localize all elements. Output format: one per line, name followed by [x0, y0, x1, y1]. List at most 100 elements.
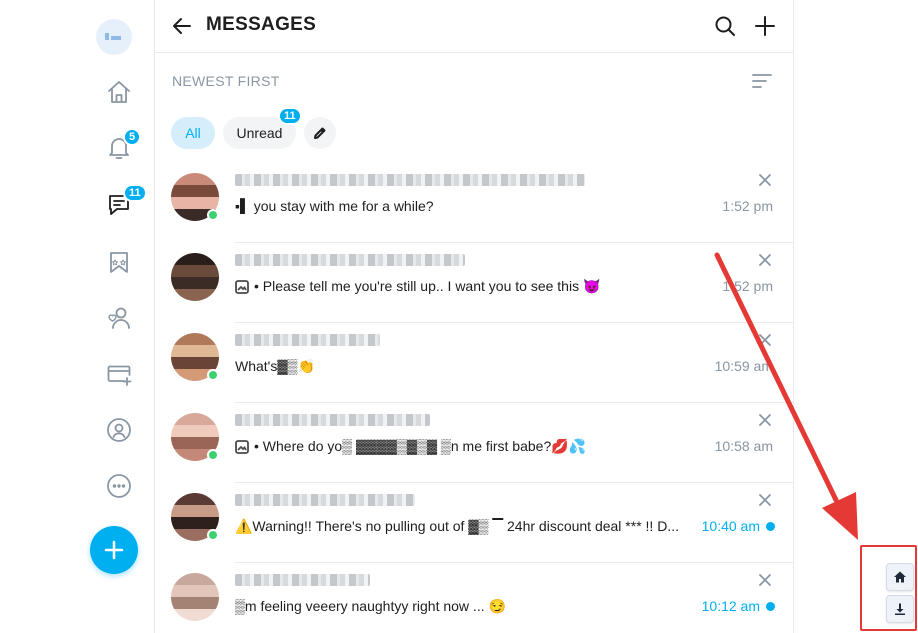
avatar-pixel: [171, 529, 183, 541]
blurred-username: [235, 334, 380, 346]
avatar-pixel: [195, 369, 207, 381]
blurred-username: [235, 414, 430, 426]
avatar-pixel: [183, 289, 195, 301]
sort-button[interactable]: [751, 70, 775, 94]
avatar-pixel: [183, 369, 195, 381]
avatar-pixel: [195, 185, 207, 197]
avatar-pixel: [171, 173, 183, 185]
edit-filters-button[interactable]: [304, 117, 336, 149]
page-title: MESSAGES: [206, 14, 317, 35]
sort-label: NEWEST FIRST: [172, 73, 280, 89]
avatar-pixel: [195, 437, 207, 449]
dismiss-chat-button[interactable]: [757, 412, 773, 428]
close-icon: [759, 494, 771, 506]
filter-all-chip[interactable]: All: [171, 117, 215, 149]
dismiss-chat-button[interactable]: [757, 252, 773, 268]
avatar-pixel: [207, 185, 219, 197]
sidebar-item-messages[interactable]: 11: [97, 182, 147, 226]
avatar-pixel: [195, 357, 207, 369]
photo-icon: [235, 440, 249, 454]
avatar-pixel: [183, 585, 195, 597]
avatar-pixel: [183, 449, 195, 461]
dismiss-chat-button[interactable]: [757, 492, 773, 508]
message-time: 1:52 pm: [722, 278, 773, 294]
avatar-pixel: [171, 597, 183, 609]
avatar-pixel: [195, 209, 207, 221]
sidebar: 5 11: [84, 0, 154, 633]
avatar-pixel: [171, 345, 183, 357]
filter-unread-label: Unread: [236, 125, 283, 141]
app-logo[interactable]: [96, 19, 132, 55]
close-icon: [759, 174, 771, 186]
message-preview: ▪▌ you stay with me for a while?: [235, 198, 434, 214]
messages-panel: MESSAGES NEWEST FIRST All Unread 11 ▪▌ y…: [154, 0, 794, 633]
chat-row[interactable]: • Please tell me you're still up.. I wan…: [155, 243, 793, 323]
avatar-pixel: [171, 357, 183, 369]
avatar-pixel: [171, 333, 183, 345]
avatar-pixel: [207, 357, 219, 369]
bookmark-stars-icon: [110, 252, 128, 273]
avatar-pixel: [207, 437, 219, 449]
scroll-home-button[interactable]: [886, 563, 914, 591]
avatar-pixel: [183, 609, 195, 621]
photo-icon: [235, 280, 249, 294]
search-button[interactable]: [712, 13, 738, 39]
avatar-pixel: [171, 289, 183, 301]
sidebar-item-notifications[interactable]: 5: [97, 126, 142, 170]
dismiss-chat-button[interactable]: [757, 572, 773, 588]
avatar-pixel: [171, 425, 183, 437]
sort-icon: [752, 74, 772, 88]
avatar-pixel: [183, 197, 195, 209]
close-icon: [759, 574, 771, 586]
close-icon: [759, 254, 771, 266]
avatar-pixel: [195, 197, 207, 209]
avatar-pixel: [195, 505, 207, 517]
download-button[interactable]: [886, 595, 914, 623]
plus-icon: [104, 540, 124, 560]
unread-dot: [766, 602, 775, 611]
avatar-pixel: [207, 505, 219, 517]
profile-icon: [107, 418, 131, 442]
message-time: 1:52 pm: [722, 198, 773, 214]
chat-row[interactable]: ⚠️Warning!! There's no pulling out of ▓▒…: [155, 483, 793, 563]
chat-row[interactable]: ▪▌ you stay with me for a while? 1:52 pm: [155, 163, 793, 243]
sidebar-item-subscriptions[interactable]: [97, 296, 141, 340]
message-time: 10:59 am: [714, 358, 773, 374]
avatar: [171, 253, 219, 301]
avatar-pixel: [195, 597, 207, 609]
avatar-pixel: [207, 517, 219, 529]
chat-row[interactable]: ▒m feeling veeery naughtyy right now ...…: [155, 563, 793, 633]
message-preview: • Where do yo▒ ▓▓▓▓▒▓▒▓ ▒n me first babe…: [254, 438, 587, 454]
new-post-button[interactable]: [90, 526, 138, 574]
avatar-pixel: [171, 185, 183, 197]
sidebar-item-profile[interactable]: [97, 408, 141, 452]
avatar-pixel: [195, 529, 207, 541]
message-preview: • Please tell me you're still up.. I wan…: [254, 278, 601, 294]
dismiss-chat-button[interactable]: [757, 172, 773, 188]
avatar-pixel: [171, 449, 183, 461]
chat-row[interactable]: • Where do yo▒ ▓▓▓▓▒▓▒▓ ▒n me first babe…: [155, 403, 793, 483]
credit-card-add-icon: [107, 365, 132, 386]
avatar-pixel: [195, 289, 207, 301]
avatar-pixel: [207, 597, 219, 609]
online-indicator: [207, 449, 219, 461]
avatar-pixel: [183, 277, 195, 289]
avatar-pixel: [183, 265, 195, 277]
avatar-pixel: [195, 413, 207, 425]
avatar-pixel: [195, 425, 207, 437]
message-time: 10:40 am: [701, 518, 760, 534]
back-button[interactable]: [169, 13, 195, 39]
avatar-pixel: [207, 197, 219, 209]
sidebar-item-home[interactable]: [97, 70, 141, 114]
sidebar-item-more[interactable]: [97, 464, 141, 508]
unread-count-badge: 11: [278, 107, 302, 125]
avatar-pixel: [171, 609, 183, 621]
sidebar-item-add-card[interactable]: [97, 352, 141, 396]
pencil-icon: [314, 127, 326, 139]
close-icon: [759, 334, 771, 346]
sidebar-item-collections[interactable]: [97, 240, 141, 284]
avatar-pixel: [171, 573, 183, 585]
new-message-button[interactable]: [752, 13, 778, 39]
dismiss-chat-button[interactable]: [757, 332, 773, 348]
chat-row[interactable]: What's▓▒👏 10:59 am: [155, 323, 793, 403]
